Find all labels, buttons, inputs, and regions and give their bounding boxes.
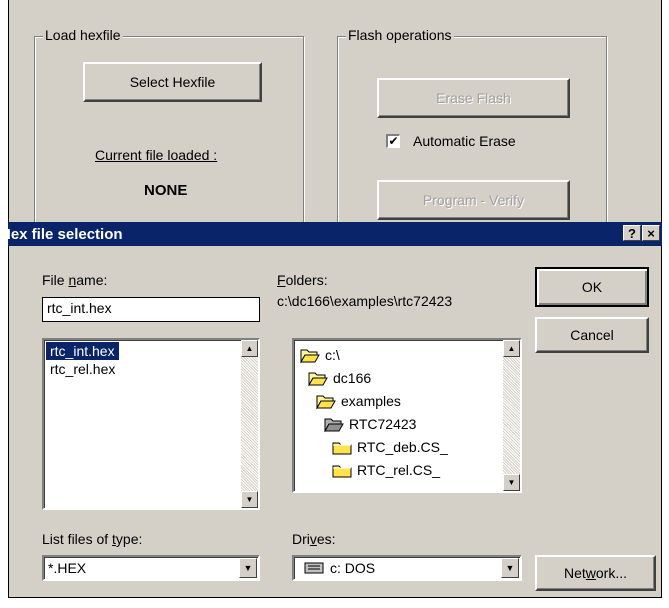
flash-operations-title: Flash operations — [346, 27, 454, 43]
ok-button[interactable]: OK — [535, 267, 649, 307]
file-list[interactable]: rtc_int.hex rtc_rel.hex ▲ ▼ — [42, 338, 260, 510]
dialog-title-bar[interactable]: Hex file selection ? × — [0, 222, 662, 246]
drive-value: c: DOS — [298, 560, 375, 576]
folder-list[interactable]: c:\ dc166 examples RTC72423 RTC_deb.CS_ … — [292, 338, 522, 493]
scroll-down-icon[interactable]: ▼ — [241, 491, 258, 508]
file-name-label: File name: — [42, 272, 108, 288]
file-type-value: *.HEX — [48, 560, 87, 576]
automatic-erase-label: Automatic Erase — [413, 133, 516, 149]
automatic-erase-checkbox[interactable]: ✔ — [386, 134, 400, 148]
open-folder-icon — [308, 372, 328, 386]
drives-label: Drives: — [292, 531, 336, 547]
network-button[interactable]: Net w ork... — [535, 555, 656, 591]
current-file-label: Current file loaded : — [95, 147, 218, 163]
cancel-button[interactable]: Cancel — [535, 317, 649, 353]
scroll-down-icon[interactable]: ▼ — [503, 474, 520, 491]
drive-icon — [304, 562, 324, 574]
open-folder-icon — [324, 418, 344, 432]
list-item[interactable]: dc166 — [308, 367, 371, 389]
list-item[interactable]: RTC72423 — [324, 413, 416, 435]
folder-icon — [332, 442, 352, 454]
erase-flash-button[interactable]: Erase Flash — [377, 78, 570, 118]
file-name-input[interactable]: rtc_int.hex — [42, 297, 260, 322]
dialog-title: Hex file selection — [0, 225, 123, 243]
folders-label: Folders: — [277, 272, 328, 288]
list-item[interactable]: RTC_rel.CS_ — [332, 459, 440, 481]
drives-select[interactable]: c: DOS ▼ — [292, 555, 522, 581]
scroll-up-icon[interactable]: ▲ — [241, 340, 258, 357]
folder-list-scrollbar[interactable]: ▲ ▼ — [503, 340, 520, 491]
list-item[interactable]: rtc_rel.hex — [46, 360, 238, 378]
open-folder-icon — [316, 395, 336, 409]
help-icon[interactable]: ? — [623, 225, 641, 241]
list-item[interactable]: RTC_deb.CS_ — [332, 436, 448, 458]
current-path: c:\dc166\examples\rtc72423 — [277, 293, 453, 309]
current-file-value: NONE — [144, 182, 188, 199]
file-type-select[interactable]: *.HEX ▼ — [42, 555, 260, 581]
checkmark-icon: ✔ — [388, 134, 399, 148]
list-item[interactable]: c:\ — [300, 344, 340, 366]
file-list-scrollbar[interactable]: ▲ ▼ — [241, 340, 258, 508]
scroll-up-icon[interactable]: ▲ — [503, 340, 520, 357]
program-verify-button[interactable]: Program - Verify — [377, 180, 570, 220]
file-type-label: List files of type: — [42, 531, 143, 547]
list-item[interactable]: examples — [316, 390, 401, 412]
chevron-down-icon[interactable]: ▼ — [239, 558, 257, 578]
chevron-down-icon[interactable]: ▼ — [501, 558, 519, 578]
list-item[interactable]: rtc_int.hex — [46, 342, 119, 360]
open-folder-icon — [300, 349, 320, 363]
load-hexfile-title: Load hexfile — [43, 27, 123, 43]
select-hexfile-button[interactable]: Select Hexfile — [83, 62, 262, 102]
folder-icon — [332, 465, 352, 477]
close-icon[interactable]: × — [642, 225, 660, 241]
